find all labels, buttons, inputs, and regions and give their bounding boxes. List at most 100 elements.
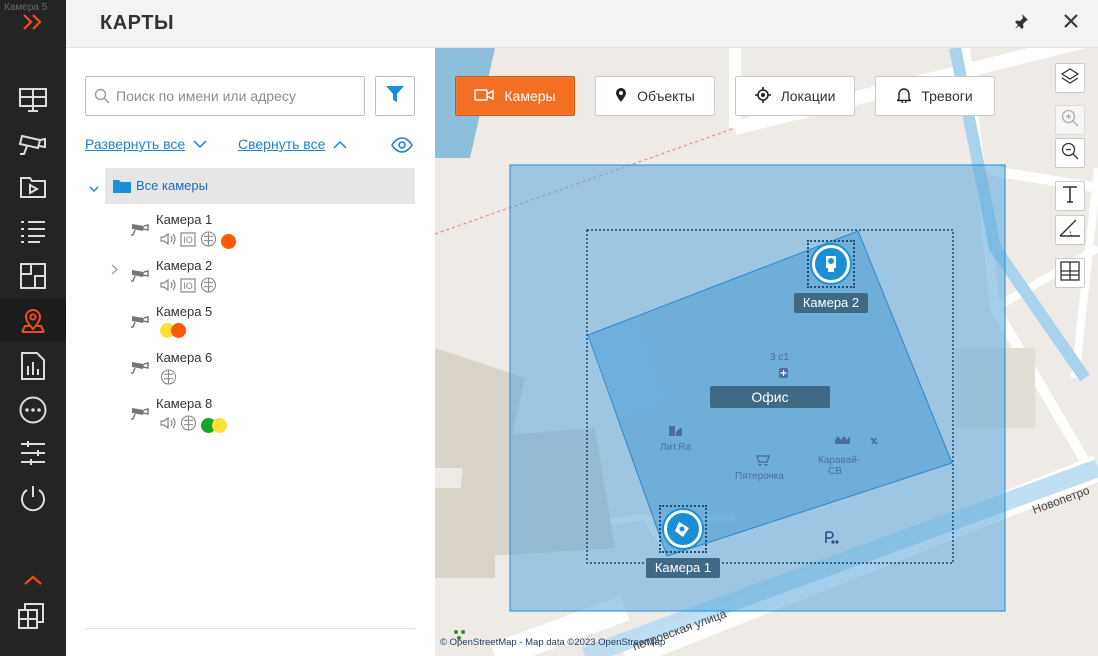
close-button[interactable] [1058,10,1084,36]
page-title: КАРТЫ [100,12,175,34]
expand-rail-button[interactable] [0,0,66,44]
camera-2-marker[interactable] [807,240,855,288]
list-divider [85,628,415,629]
camera-2-label[interactable]: Камера 2 [794,293,868,313]
map-view[interactable]: Камеры Объекты Локации Тревоги 3 с1 Лит.… [435,48,1098,656]
tab-cameras[interactable]: Камеры [455,76,575,116]
brain-icon [200,277,217,298]
events-button[interactable] [0,209,66,253]
tree-item-camera-5[interactable]: Камера 5 [130,304,410,348]
map-background [435,48,1098,656]
maps-button[interactable] [0,298,66,342]
location-pin-icon [615,87,627,106]
target-icon [754,86,771,106]
angle-tool-button[interactable] [1055,215,1085,245]
settings-sliders-icon [19,439,47,467]
camera-icon [130,220,150,241]
camera-1-label[interactable]: Камера 1 [646,558,720,578]
windows-icon [17,598,49,630]
search-input[interactable] [116,77,360,115]
app-window: Камера 5 КАРТЫ Поиск по имени или адресу… [0,0,1098,656]
plans-button[interactable] [0,254,66,298]
camera-status-icons [160,323,186,338]
status-dot-yellow [212,418,227,433]
camera-icon [130,312,150,333]
chevron-up-icon [23,574,43,586]
event-list-icon [19,219,47,243]
tree-item-camera-2[interactable]: Камера 2 IO [111,258,410,302]
folder-icon [113,179,131,198]
close-icon [1064,13,1078,33]
speaker-icon [160,416,176,435]
camera-marker-icon [664,510,702,548]
speaker-icon [160,232,176,251]
expand-rail-icon [21,13,45,31]
layout-plan-icon [19,262,47,290]
camera-status-icons [160,369,177,390]
chevron-right-icon[interactable] [111,264,119,278]
search-box [85,76,365,116]
camera-name: Камера 6 [156,350,213,365]
poi-label: Пятерочка [735,471,784,482]
windows-button[interactable] [0,592,66,636]
visibility-toggle[interactable] [391,137,413,158]
status-dot-orange [171,323,186,338]
settings-button[interactable] [0,431,66,475]
tab-objects[interactable]: Объекты [595,76,715,116]
camera-icon [130,266,150,287]
collapse-all-link[interactable]: Свернуть все [238,136,347,152]
shutdown-button[interactable] [0,476,66,520]
more-button[interactable] [0,388,66,432]
archive-button[interactable] [0,165,66,209]
camera-status-icons [160,415,227,436]
pin-button[interactable] [1008,10,1034,36]
more-icon [18,395,48,425]
angle-tool-icon [1059,219,1081,242]
grid-tool-button[interactable] [1055,258,1085,288]
left-rail: Камера 5 [0,0,66,656]
grid-tool-icon [1060,260,1080,286]
tree-root-all-cameras[interactable]: Все камеры [89,168,415,204]
office-label[interactable]: Офис [710,386,830,408]
zoom-out-button[interactable] [1055,138,1085,168]
text-tool-button[interactable] [1055,181,1085,211]
monitor-layout-button[interactable] [0,78,66,122]
collapse-all-label: Свернуть все [238,136,326,152]
camera-name: Камера 5 [156,304,213,319]
chevron-down-icon[interactable] [89,180,99,198]
status-dot-orange [221,234,236,249]
brain-icon [200,231,217,252]
chevron-down-icon [193,136,207,152]
zoom-in-icon [1061,109,1079,132]
search-icon [94,88,110,109]
reports-button[interactable] [0,344,66,388]
tree-item-camera-1[interactable]: Камера 1 IO [130,212,410,256]
filter-icon [385,84,405,109]
tab-alarms[interactable]: Тревоги [875,76,995,116]
archive-play-icon [19,175,47,199]
tab-label: Тревоги [921,88,973,104]
expand-all-link[interactable]: Развернуть все [85,136,207,152]
svg-text:IO: IO [183,281,193,291]
camera-icon [130,358,150,379]
map-attribution[interactable]: © OpenStreetMap - Map data ©2023 OpenStr… [440,637,665,648]
io-icon: IO [180,231,196,252]
camera-1-marker[interactable] [659,505,707,553]
camera-name: Камера 1 [156,212,213,227]
tab-locations[interactable]: Локации [735,76,855,116]
layers-button[interactable] [1055,63,1085,93]
cameras-button[interactable] [0,121,66,165]
svg-text:IO: IO [183,235,193,245]
filter-button[interactable] [375,76,415,116]
tab-label: Объекты [637,88,695,104]
tab-label: Камеры [504,88,556,104]
report-icon [20,351,46,381]
brain-icon [160,369,177,390]
tree-item-camera-8[interactable]: Камера 8 [130,396,410,440]
zoom-out-icon [1061,142,1079,165]
tree-item-camera-6[interactable]: Камера 6 [130,350,410,394]
expand-all-label: Развернуть все [85,136,186,152]
camera-name: Камера 2 [156,258,213,273]
power-icon [18,483,48,513]
zoom-in-button[interactable] [1055,105,1085,135]
